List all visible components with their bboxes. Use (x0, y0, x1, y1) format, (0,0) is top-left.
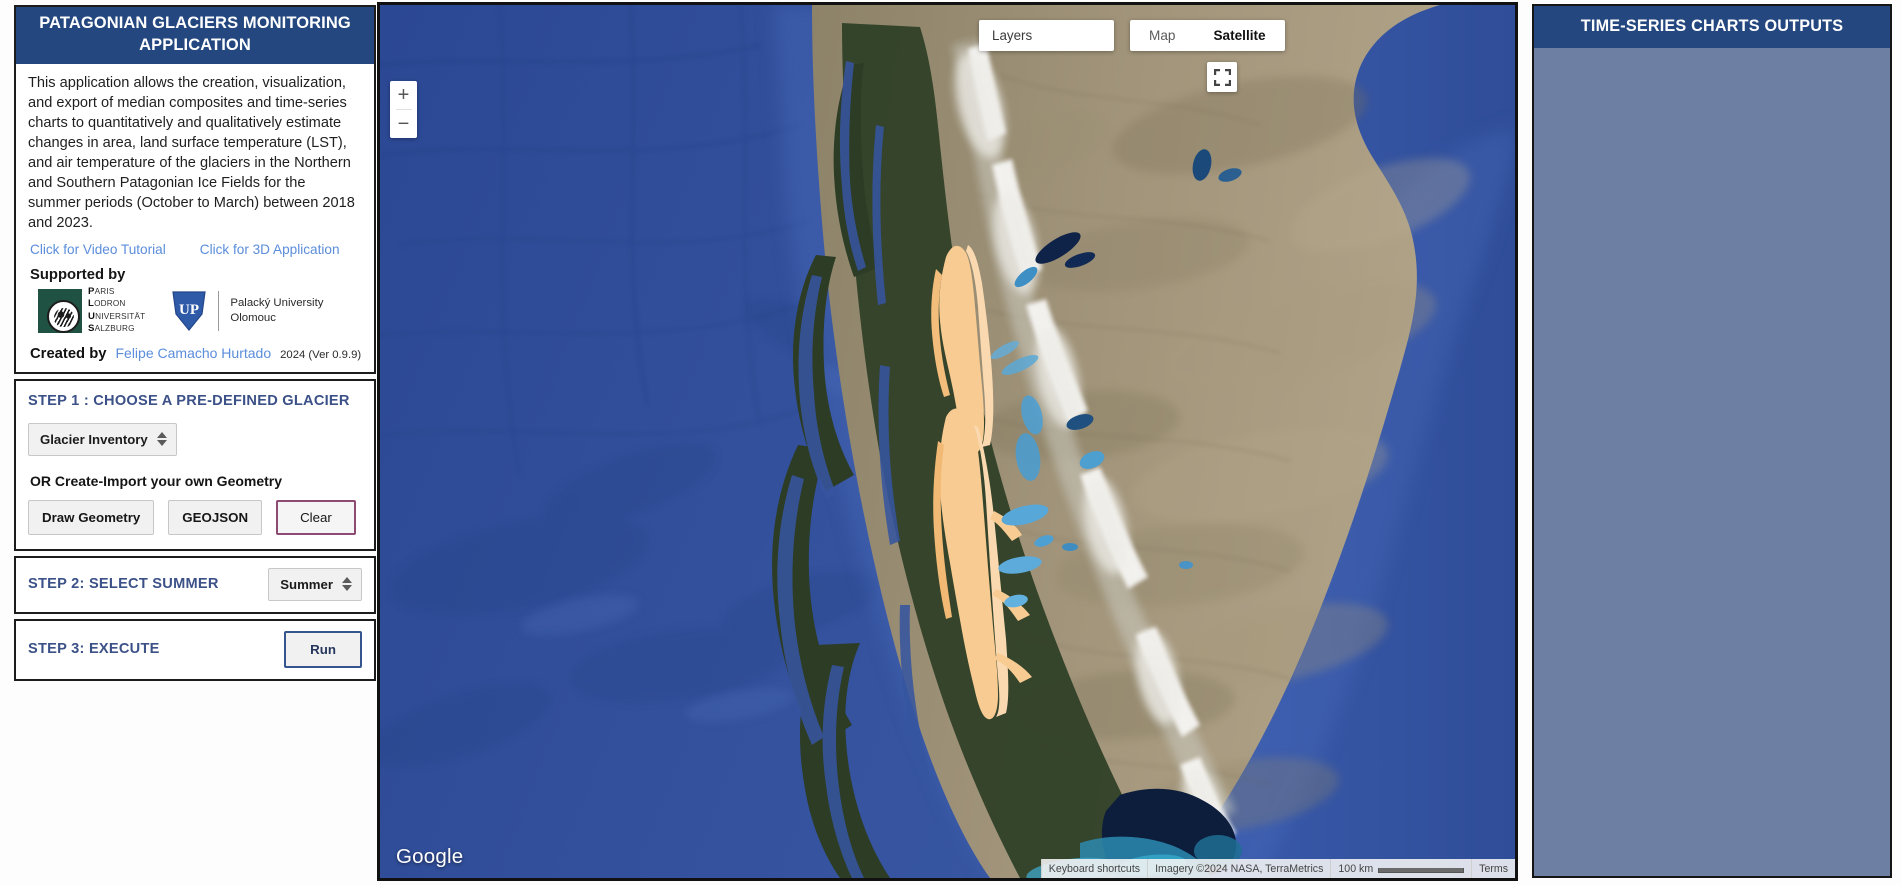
step3-row: STEP 3: EXECUTE Run (16, 621, 374, 679)
chevron-updown-icon (156, 432, 167, 447)
palacky-line-2: Olomouc (230, 311, 276, 324)
scale-bar-line (1378, 868, 1465, 873)
palacky-shield-icon: UP (171, 290, 207, 332)
map-scale-bar: 100 km (1330, 859, 1472, 878)
chevron-updown-icon (342, 577, 352, 592)
zoom-in-button[interactable]: + (390, 81, 417, 109)
version-label: 2024 (Ver 0.9.9) (280, 348, 362, 361)
external-links: Click for Video Tutorial Click for 3D Ap… (30, 242, 362, 257)
paris-lodron-universitat-salzburg-logo: PARIS LODRON UNIVERSITÄT SALZBURG (38, 286, 145, 335)
svg-text:UP: UP (179, 302, 199, 318)
created-by-row: Created by Felipe Camacho Hurtado 2024 (… (30, 345, 362, 362)
logo-divider (218, 290, 220, 331)
supported-by-label: Supported by (30, 266, 126, 283)
step2-title: STEP 2: SELECT SUMMER (28, 576, 219, 593)
time-series-charts-output-area (1534, 48, 1890, 876)
page-title: PATAGONIAN GLACIERS MONITORING APPLICATI… (16, 7, 374, 64)
step3-panel: STEP 3: EXECUTE Run (14, 618, 376, 681)
layers-button[interactable]: Layers (979, 20, 1114, 51)
terms-link[interactable]: Terms (1471, 859, 1515, 878)
summer-select[interactable]: Summer (268, 567, 362, 601)
step1-panel: STEP 1 : CHOOSE A PRE-DEFINED GLACIER Gl… (14, 378, 376, 551)
scale-label: 100 km (1338, 862, 1374, 875)
google-logo: Google (396, 845, 464, 868)
left-sidebar: PATAGONIAN GLACIERS MONITORING APPLICATI… (14, 5, 376, 697)
plus-line-3-rest: NIVERSITÄT (95, 311, 146, 321)
glacier-inventory-select[interactable]: Glacier Inventory (28, 422, 177, 456)
salzburg-crest-icon (38, 288, 82, 333)
clear-button[interactable]: Clear (276, 499, 356, 535)
map-type-satellite[interactable]: Satellite (1194, 20, 1284, 51)
created-by-label: Created by (30, 345, 107, 362)
step3-title: STEP 3: EXECUTE (28, 641, 160, 658)
video-tutorial-link[interactable]: Click for Video Tutorial (30, 242, 166, 257)
about-panel-body: This application allows the creation, vi… (16, 64, 374, 372)
map-viewport[interactable]: Layers Map Satellite + − Google Keyboard… (377, 2, 1518, 881)
author-link[interactable]: Felipe Camacho Hurtado (115, 345, 271, 361)
glacier-inventory-select-value: Glacier Inventory (40, 431, 148, 447)
imagery-attribution: Imagery ©2024 NASA, TerraMetrics (1147, 859, 1331, 878)
draw-geometry-button[interactable]: Draw Geometry (28, 499, 155, 535)
summer-select-value: Summer (280, 576, 333, 592)
salzburg-logo-text: PARIS LODRON UNIVERSITÄT SALZBURG (88, 286, 145, 335)
fullscreen-icon[interactable] (1207, 62, 1237, 92)
zoom-out-button[interactable]: − (390, 110, 417, 138)
map-type-map[interactable]: Map (1130, 20, 1194, 51)
run-button[interactable]: Run (284, 630, 362, 668)
palacky-logo-text: Palacký University Olomouc (230, 296, 323, 326)
palacky-university-olomouc-logo: UP Palacký University Olomouc (171, 290, 323, 332)
keyboard-shortcuts-link[interactable]: Keyboard shortcuts (1040, 859, 1148, 878)
plus-line-1-initial: P (88, 286, 95, 298)
zoom-controls[interactable]: + − (390, 81, 417, 138)
step2-panel: STEP 2: SELECT SUMMER Summer (14, 555, 376, 614)
map-type-toggle[interactable]: Map Satellite (1130, 20, 1285, 51)
layers-label: Layers (992, 28, 1033, 43)
map-attribution-bar: Keyboard shortcuts Imagery ©2024 NASA, T… (1040, 859, 1515, 878)
sponsor-logos: PARIS LODRON UNIVERSITÄT SALZBURG UP Pal… (38, 286, 362, 335)
3d-application-link[interactable]: Click for 3D Application (200, 242, 340, 257)
step1-body: STEP 1 : CHOOSE A PRE-DEFINED GLACIER Gl… (16, 381, 374, 549)
geojson-button[interactable]: GEOJSON (168, 499, 263, 535)
time-series-charts-panel: TIME-SERIES CHARTS OUTPUTS (1532, 4, 1892, 878)
geometry-buttons: Draw Geometry GEOJSON Clear (28, 499, 362, 535)
plus-line-4-rest: ALZBURG (94, 324, 135, 334)
create-import-label: OR Create-Import your own Geometry (30, 472, 283, 489)
app-description: This application allows the creation, vi… (28, 74, 355, 231)
palacky-line-1: Palacký University (230, 296, 324, 309)
application-root: PATAGONIAN GLACIERS MONITORING APPLICATI… (0, 0, 1901, 885)
plus-line-4-initial: S (88, 323, 95, 335)
about-panel: PATAGONIAN GLACIERS MONITORING APPLICATI… (14, 5, 376, 374)
plus-line-2-rest: ODRON (94, 299, 126, 309)
step1-title: STEP 1 : CHOOSE A PRE-DEFINED GLACIER (28, 392, 350, 409)
step2-row: STEP 2: SELECT SUMMER Summer (16, 558, 374, 612)
time-series-charts-title: TIME-SERIES CHARTS OUTPUTS (1534, 6, 1890, 48)
satellite-imagery[interactable] (380, 5, 1515, 878)
plus-line-1-rest: ARIS (94, 287, 115, 297)
